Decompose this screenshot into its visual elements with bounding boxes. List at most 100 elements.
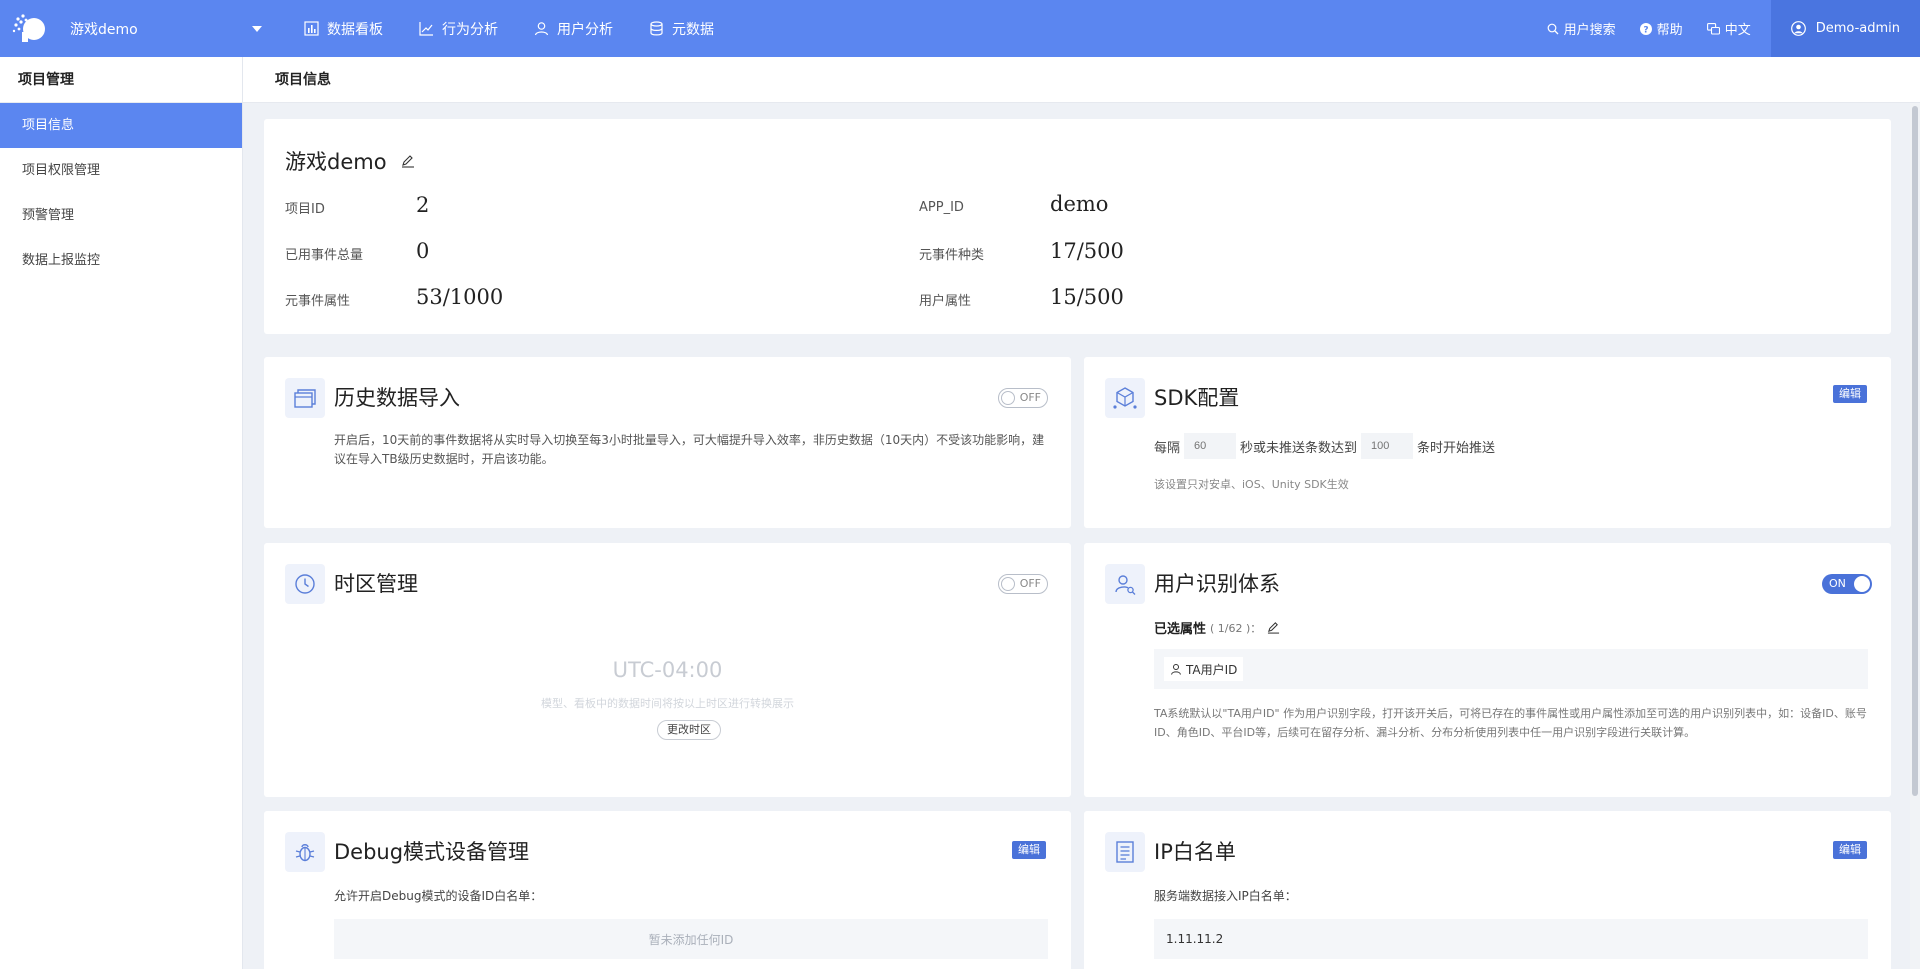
history-import-title: 历史数据导入 (334, 386, 460, 410)
search-icon (1547, 23, 1559, 34)
scrollbar-thumb[interactable] (1912, 106, 1918, 796)
timezone-toggle[interactable]: OFF (998, 574, 1048, 594)
nav-user-analysis[interactable]: 用户分析 (516, 0, 631, 57)
main-nav: 数据看板 行为分析 用户分析 元数据 (286, 0, 732, 57)
field-value: 53/1000 (416, 284, 504, 309)
field-value: 17/500 (1050, 238, 1124, 263)
field-project-id: 项目ID 2 (285, 192, 430, 218)
sdk-config-edit-button[interactable]: 编辑 (1833, 385, 1867, 403)
interval-seconds-input[interactable] (1184, 433, 1237, 459)
field-meta-event-props: 元事件属性 53/1000 (285, 284, 504, 310)
sdk-config-rule: 每隔 秒或未推送条数达到 条时开始推送 (1154, 433, 1495, 459)
field-key: 元事件属性 (285, 294, 351, 309)
history-import-toggle[interactable]: OFF (998, 388, 1048, 408)
change-timezone-button[interactable]: 更改时区 (657, 720, 721, 740)
user-search-label: 用户搜索 (1563, 23, 1616, 38)
document-list-icon (1105, 832, 1145, 872)
field-value: 0 (416, 238, 430, 263)
ip-whitelist-edit-button[interactable]: 编辑 (1833, 841, 1867, 859)
debug-devices-label: 允许开启Debug模式的设备ID白名单： (334, 889, 543, 903)
field-meta-event-types: 元事件种类 17/500 (919, 238, 1124, 264)
edit-pencil-icon[interactable] (401, 154, 415, 168)
help-icon: ? (1639, 22, 1652, 35)
timezone-value: UTC-04:00 (612, 658, 723, 682)
toggle-knob (1001, 577, 1015, 591)
language-switch[interactable]: 中文 (1695, 19, 1763, 38)
sidebar: 项目管理 项目信息 项目权限管理 预警管理 数据上报监控 (0, 57, 243, 969)
user-icon (534, 22, 549, 36)
user-avatar-icon (1790, 21, 1806, 36)
sidebar-item-alerts[interactable]: 预警管理 (0, 193, 242, 238)
debug-devices-title: Debug模式设备管理 (334, 840, 530, 864)
line-trend-icon (419, 22, 433, 36)
field-value: 15/500 (1050, 284, 1124, 309)
user-search-button[interactable]: 用户搜索 (1535, 19, 1628, 38)
bug-icon (285, 832, 325, 872)
toggle-state: ON (1829, 577, 1846, 590)
nav-metadata[interactable]: 元数据 (631, 0, 732, 57)
edit-pencil-icon[interactable] (1267, 621, 1280, 634)
caret-down-icon (252, 25, 262, 32)
field-value: demo (1050, 192, 1109, 216)
user-menu[interactable]: Demo-admin (1770, 0, 1920, 57)
clock-icon (285, 564, 325, 604)
topbar-right-actions: 用户搜索 ? 帮助 中文 Demo-admin (1535, 0, 1920, 57)
user-id-system-card: 用户识别体系 ON 已选属性 ( 1/62 )： TA用户ID TA系统默认以"… (1084, 543, 1891, 797)
field-used-events: 已用事件总量 0 (285, 238, 430, 264)
sdk-middle: 秒或未推送条数达到 (1240, 440, 1358, 456)
cube-network-icon (1105, 378, 1145, 418)
nav-metadata-label: 元数据 (672, 21, 714, 38)
nav-dashboard[interactable]: 数据看板 (286, 0, 401, 57)
selected-properties-count: ( 1/62 )： (1210, 621, 1262, 635)
sdk-config-title: SDK配置 (1154, 386, 1240, 410)
timezone-card: 时区管理 OFF UTC-04:00 模型、看板中的数据时间将按以上时区进行转换… (264, 543, 1071, 797)
nav-dashboard-label: 数据看板 (327, 21, 383, 38)
debug-devices-edit-button[interactable]: 编辑 (1012, 841, 1046, 859)
field-key: 用户属性 (919, 294, 972, 309)
user-search-icon (1105, 564, 1145, 604)
project-switcher[interactable]: 游戏demo (70, 19, 270, 39)
help-button[interactable]: ? 帮助 (1628, 19, 1695, 38)
sidebar-item-report-monitor[interactable]: 数据上报监控 (0, 238, 242, 283)
nav-behavior-analysis-label: 行为分析 (442, 21, 498, 38)
ip-whitelist-title: IP白名单 (1154, 840, 1236, 864)
sdk-suffix: 条时开始推送 (1417, 440, 1496, 456)
timezone-title: 时区管理 (334, 572, 418, 596)
nav-behavior-analysis[interactable]: 行为分析 (401, 0, 516, 57)
ip-whitelist-label: 服务端数据接入IP白名单： (1154, 889, 1297, 903)
push-count-input[interactable] (1361, 433, 1414, 459)
project-name-title: 游戏demo (285, 146, 415, 176)
project-name: 游戏demo (285, 150, 387, 174)
ip-whitelist-item: 1.11.11.2 (1154, 919, 1868, 959)
timezone-desc: 模型、看板中的数据时间将按以上时区进行转换展示 (541, 697, 794, 710)
ip-whitelist-card: IP白名单 编辑 服务端数据接入IP白名单： 1.11.11.2 (1084, 811, 1891, 969)
top-navigation-bar: 游戏demo 数据看板 行为分析 用户分析 元数据 用户搜索 ? 帮助 中文 D… (0, 0, 1920, 57)
database-icon (650, 21, 663, 36)
toggle-state: OFF (1019, 391, 1041, 404)
selected-properties-list: TA用户ID (1154, 649, 1868, 689)
selected-properties-text: 已选属性 (1154, 622, 1207, 637)
toggle-state: OFF (1019, 577, 1041, 590)
nav-user-analysis-label: 用户分析 (557, 21, 613, 38)
property-chip-label: TA用户ID (1186, 662, 1238, 677)
field-value: 2 (416, 192, 430, 217)
debug-device-list-empty: 暂未添加任何ID (334, 919, 1048, 959)
user-id-system-title: 用户识别体系 (1154, 572, 1280, 596)
user-id-system-toggle[interactable]: ON (1822, 574, 1872, 594)
brand-logo-icon[interactable] (10, 9, 50, 49)
field-key: APP_ID (919, 199, 964, 215)
history-import-desc: 开启后，10天前的事件数据将从实时导入切换至每3小时批量导入，可大幅提升导入效率… (334, 433, 1045, 466)
user-id-system-desc: TA系统默认以"TA用户ID" 作为用户识别字段，打开该开关后，可将已存在的事件… (1154, 707, 1867, 739)
sdk-config-card: SDK配置 编辑 每隔 秒或未推送条数达到 条时开始推送 该设置只对安卓、iOS… (1084, 357, 1891, 528)
sidebar-item-project-info[interactable]: 项目信息 (0, 103, 242, 148)
property-chip: TA用户ID (1164, 657, 1244, 681)
history-import-card: 历史数据导入 OFF 开启后，10天前的事件数据将从实时导入切换至每3小时批量导… (264, 357, 1071, 528)
sidebar-item-permissions[interactable]: 项目权限管理 (0, 148, 242, 193)
field-app-id: APP_ID demo (919, 192, 1108, 216)
window-stack-icon (285, 378, 325, 418)
sdk-config-note: 该设置只对安卓、iOS、Unity SDK生效 (1154, 478, 1349, 491)
bar-chart-icon (304, 21, 319, 36)
sidebar-header: 项目管理 (0, 57, 242, 103)
toggle-knob (1854, 576, 1870, 592)
page-title: 项目信息 (243, 57, 1920, 103)
